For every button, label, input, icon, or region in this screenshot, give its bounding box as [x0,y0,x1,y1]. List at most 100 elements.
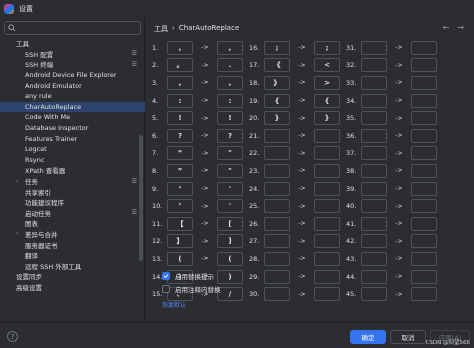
source-char-field[interactable] [361,93,387,108]
target-char-field[interactable] [411,146,437,161]
target-char-field[interactable] [314,234,340,249]
source-char-field[interactable]: 。 [167,58,193,73]
sidebar-item[interactable]: 功能建议程序 [0,197,145,208]
target-char-field[interactable]: ' [217,199,243,214]
ok-button[interactable]: 确定 [350,330,386,344]
source-char-field[interactable]: ? [167,128,193,143]
source-char-field[interactable]: “ [167,146,193,161]
source-char-field[interactable] [361,199,387,214]
source-char-field[interactable] [361,40,387,55]
sidebar-item[interactable]: 远程 SSH 外部工具 [0,260,145,271]
sidebar-item[interactable]: XPath 查看器 [0,165,145,176]
target-char-field[interactable] [411,93,437,108]
sidebar-item[interactable]: any rule [0,91,145,102]
sidebar-scrollbar[interactable] [139,135,143,261]
source-char-field[interactable]: 】 [167,234,193,249]
sidebar-item[interactable]: Android Device File Explorer [0,70,145,81]
source-char-field[interactable] [361,269,387,284]
source-char-field[interactable] [264,146,290,161]
source-char-field[interactable]: ( [167,251,193,266]
help-icon[interactable]: ? [7,331,18,342]
cancel-button[interactable]: 取消 [390,330,426,344]
source-char-field[interactable] [264,251,290,266]
target-char-field[interactable] [411,181,437,196]
source-char-field[interactable] [361,163,387,178]
source-char-field[interactable] [361,146,387,161]
sidebar-item[interactable]: SSH 终端 ☰ [0,59,145,70]
source-char-field[interactable] [361,251,387,266]
target-char-field[interactable]: , [217,75,243,90]
sidebar-item[interactable]: 工具 [0,38,145,49]
sidebar-item[interactable]: › 任务 ☰ [0,176,145,187]
target-char-field[interactable] [314,163,340,178]
target-char-field[interactable]: { [314,93,340,108]
back-arrow-icon[interactable]: ← [443,23,450,32]
source-char-field[interactable] [361,287,387,302]
target-char-field[interactable]: " [217,146,243,161]
source-char-field[interactable] [264,269,290,284]
source-char-field[interactable] [361,216,387,231]
target-char-field[interactable] [411,58,437,73]
source-char-field[interactable] [264,216,290,231]
target-char-field[interactable]: ! [217,111,243,126]
target-char-field[interactable] [411,234,437,249]
target-char-field[interactable] [411,251,437,266]
sidebar-item[interactable]: Database Inspector [0,123,145,134]
source-char-field[interactable]: ” [167,163,193,178]
target-char-field[interactable]: > [314,75,340,90]
source-char-field[interactable] [264,287,290,302]
target-char-field[interactable] [314,251,340,266]
source-char-field[interactable] [361,111,387,126]
source-char-field[interactable]: ‘ [167,181,193,196]
target-char-field[interactable] [314,199,340,214]
source-char-field[interactable]: 【 [167,216,193,231]
target-char-field[interactable] [411,287,437,302]
sidebar-item[interactable]: 高级设置 [0,282,145,293]
sidebar-item[interactable]: 翻译 [0,250,145,261]
target-char-field[interactable]: " [217,163,243,178]
target-char-field[interactable] [411,75,437,90]
target-char-field[interactable]: ( [217,251,243,266]
target-char-field[interactable]: , [217,40,243,55]
sidebar-item[interactable]: › 差异与合并 [0,229,145,240]
sidebar-item[interactable]: CharAutoReplace [0,101,145,113]
sidebar-item[interactable]: Rsync [0,155,145,166]
target-char-field[interactable]: ) [217,269,243,284]
target-char-field[interactable] [411,269,437,284]
source-char-field[interactable] [264,128,290,143]
sidebar-item[interactable]: Features Trainer [0,133,145,144]
source-char-field[interactable] [264,181,290,196]
target-char-field[interactable]: ; [314,40,340,55]
target-char-field[interactable]: } [314,111,340,126]
source-char-field[interactable] [361,181,387,196]
source-char-field[interactable]: ’ [167,199,193,214]
sidebar-item[interactable]: Android Emulator [0,80,145,91]
sidebar-item[interactable]: Code With Me [0,112,145,123]
source-char-field[interactable]: : [167,93,193,108]
source-char-field[interactable] [264,163,290,178]
chevron-right-icon[interactable]: › [16,178,18,185]
target-char-field[interactable] [411,40,437,55]
target-char-field[interactable]: . [217,58,243,73]
target-char-field[interactable] [314,287,340,302]
target-char-field[interactable] [411,111,437,126]
source-char-field[interactable] [264,199,290,214]
sidebar-item[interactable]: 图表 [0,218,145,229]
sidebar-item[interactable]: 服务器证书 [0,239,145,250]
breadcrumb-parent[interactable]: 工具 [154,24,168,34]
target-char-field[interactable] [314,269,340,284]
target-char-field[interactable] [411,163,437,178]
target-char-field[interactable]: : [217,93,243,108]
sidebar-item[interactable]: SSH 配置 ☰ [0,49,145,60]
chevron-right-icon[interactable]: › [16,230,18,237]
sidebar-item[interactable]: 启动任务 ☰ [0,208,145,219]
target-char-field[interactable]: ? [217,128,243,143]
forward-arrow-icon[interactable]: → [457,23,464,32]
target-char-field[interactable] [314,216,340,231]
reset-defaults-link[interactable]: 恢复默认 [162,300,186,309]
source-char-field[interactable]: 》 [264,75,290,90]
target-char-field[interactable]: < [314,58,340,73]
source-char-field[interactable]: , [167,75,193,90]
sidebar-item[interactable]: Logcat [0,144,145,155]
target-char-field[interactable] [411,199,437,214]
